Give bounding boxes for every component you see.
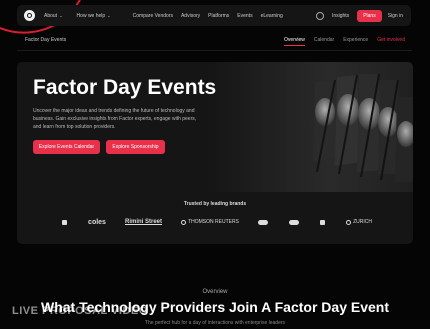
brand-logo-6: [289, 219, 301, 225]
brand-logo-thomson-reuters: THOMSON REUTERS: [181, 219, 239, 225]
brand-logo-coles: coles: [88, 218, 106, 226]
brand-mark-icon: [346, 219, 352, 225]
hero-description: Uncover the major ideas and trends defin…: [33, 108, 197, 130]
sign-in-link[interactable]: Sign in: [388, 13, 403, 19]
tab-overview[interactable]: Overview: [284, 37, 305, 46]
trusted-by-heading: Trusted by leading brands: [183, 201, 247, 207]
breadcrumb[interactable]: Factor Day Events: [25, 37, 66, 43]
search-icon[interactable]: [315, 11, 324, 20]
nav-compare-vendors[interactable]: Compare Vendors: [133, 13, 173, 19]
brand-mark-icon: [62, 219, 67, 225]
explore-sponsorship-button[interactable]: Explore Sponsorship: [106, 140, 165, 154]
nav-how-we-help[interactable]: How we help ⌄: [77, 13, 111, 19]
brand-logos: coles Rimini Street THOMSON REUTERS ZURI…: [62, 216, 372, 228]
plans-button[interactable]: Plans: [357, 9, 382, 22]
video-watermark: LIVE PROPOSAL VIDEO: [12, 305, 148, 317]
brand-mark-icon: [289, 219, 299, 225]
section-subhead: The perfect hub for a day of interaction…: [144, 320, 286, 326]
brand-logo-1: [62, 219, 69, 225]
brand-logo-7: [320, 219, 327, 225]
top-nav: About ⌄ How we help ⌄ Compare Vendors Ad…: [17, 5, 411, 26]
nav-about[interactable]: About ⌄: [44, 13, 63, 19]
tab-experience[interactable]: Experience: [343, 37, 368, 46]
page-tabs: Overview Calendar Experience Get involve…: [284, 37, 405, 46]
nav-advisory[interactable]: Advisory: [181, 13, 200, 19]
sub-header: Factor Day Events Overview Calendar Expe…: [25, 37, 405, 46]
logo-icon[interactable]: [24, 10, 35, 21]
hero-title: Factor Day Events: [33, 76, 217, 99]
hero-panel: Factor Day Events Uncover the major idea…: [17, 62, 413, 244]
chevron-down-icon: ⌄: [58, 12, 63, 18]
nav-elearning[interactable]: eLearning: [261, 13, 283, 19]
brand-mark-icon: [320, 219, 326, 225]
brand-logo-5: [257, 219, 270, 225]
tab-calendar[interactable]: Calendar: [314, 37, 334, 46]
nav-insights[interactable]: Insights: [332, 13, 349, 19]
overview-label: Overview: [202, 289, 228, 295]
divider: [17, 50, 412, 51]
nav-platforms[interactable]: Platforms: [208, 13, 229, 19]
brand-logo-rimini-street: Rimini Street: [125, 219, 163, 225]
tab-get-involved[interactable]: Get involved: [377, 37, 405, 46]
chevron-down-icon: ⌄: [106, 12, 111, 18]
brand-mark-icon: [181, 219, 187, 225]
brand-logo-zurich: ZURICH: [346, 219, 372, 225]
explore-events-calendar-button[interactable]: Explore Events Calendar: [33, 140, 100, 154]
nav-events[interactable]: Events: [237, 13, 252, 19]
brand-mark-icon: [257, 219, 268, 225]
